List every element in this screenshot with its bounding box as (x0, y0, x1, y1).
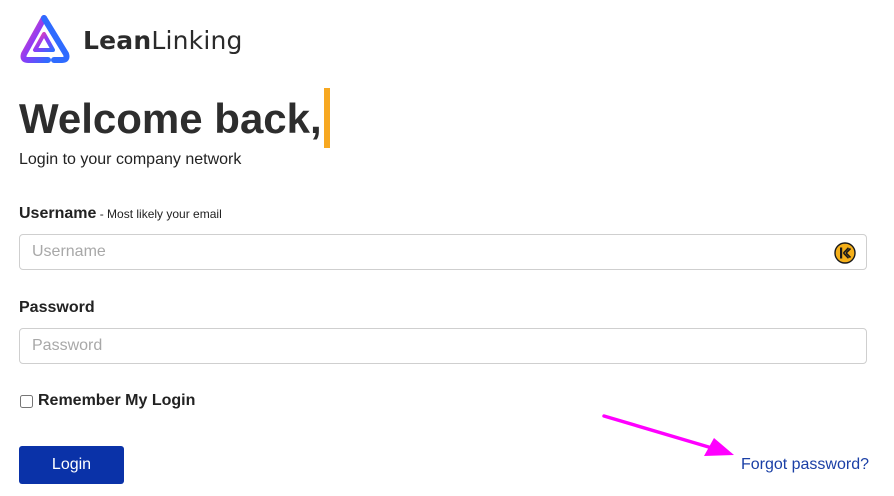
headline-block: Welcome back, (19, 88, 330, 150)
login-button[interactable]: Login (19, 446, 124, 484)
triangle-logo-icon (20, 15, 70, 63)
brand-logo[interactable]: LeanLinking (18, 14, 243, 66)
annotation-arrow-icon (602, 414, 734, 456)
keeper-password-manager-icon[interactable] (834, 242, 856, 264)
remember-login[interactable]: Remember My Login (19, 392, 195, 410)
password-label: Password (19, 299, 95, 316)
brand-name-bold: Lean (83, 25, 152, 55)
username-hint: - Most likely your email (96, 207, 222, 221)
login-page: LeanLinking Welcome back, Login to your … (0, 0, 894, 496)
page-title: Welcome back, (19, 95, 322, 142)
username-field[interactable] (19, 234, 867, 270)
remember-checkbox[interactable] (20, 394, 33, 408)
brand-name: LeanLinking (83, 26, 243, 55)
brand-name-rest: Linking (151, 25, 243, 55)
username-label-text: Username (19, 205, 97, 222)
password-field[interactable] (19, 328, 867, 364)
forgot-password-link[interactable]: Forgot password? (741, 456, 869, 474)
username-label: Username - Most likely your email (19, 205, 222, 223)
page-subtitle: Login to your company network (19, 151, 242, 168)
accent-caret (323, 88, 330, 148)
remember-label: Remember My Login (38, 392, 196, 409)
